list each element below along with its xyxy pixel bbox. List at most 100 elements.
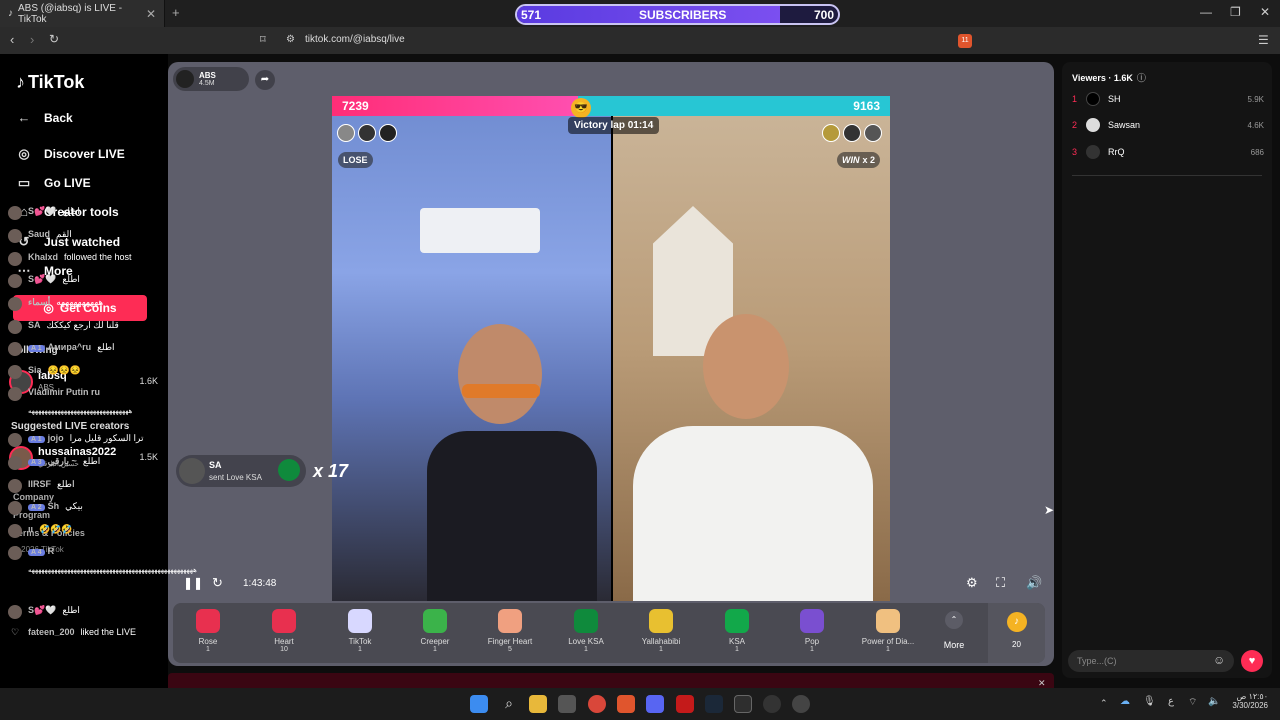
file-explorer-icon[interactable] [529, 695, 547, 713]
viewer-rank-2[interactable]: 2 Sawsan 4.6K [1072, 118, 1264, 132]
chat-message[interactable]: S💕🤍 اطلع [8, 206, 204, 220]
left-top-gifters[interactable] [337, 124, 397, 142]
nav-discover-live[interactable]: ◎ Discover LIVE [16, 146, 124, 162]
host-badge[interactable]: ABS 4.5M [173, 67, 249, 91]
viewers-chat-panel: Viewers · 1.6K ⓘ 1 SH 5.9K 2 Sawsan 4.6K 3 RrQ… [1062, 62, 1272, 678]
gifts-more-button[interactable]: ⌃ More [931, 611, 977, 650]
system-clock[interactable]: ١٢:٥٠ ص 3/30/2026 [1226, 692, 1268, 710]
wifi-icon[interactable]: ⌔ [1188, 696, 1197, 709]
bookmark-icon[interactable]: ⌑ [260, 33, 266, 46]
chat-input[interactable]: Type...(C) [1068, 650, 1234, 672]
browser-tab[interactable]: ♪ ABS (@iabsq) is LIVE - TikTok ✕ [0, 0, 165, 27]
app-icon-3[interactable] [792, 695, 810, 713]
chat-message[interactable]: SA قلنا لك ارجع كيككك [8, 320, 204, 334]
fullscreen-icon[interactable]: ⛶ [996, 575, 1005, 591]
search-icon[interactable]: ⌕ [500, 695, 518, 713]
chevron-up-icon[interactable]: ⌃ [1100, 698, 1108, 709]
viewer-rank-1[interactable]: 1 SH 5.9K [1072, 92, 1264, 106]
close-window-icon[interactable]: ✕ [1260, 5, 1270, 19]
forward-arrow-icon[interactable]: › [30, 32, 34, 47]
maximize-icon[interactable]: ❐ [1230, 5, 1241, 19]
orange-glasses [462, 384, 540, 398]
refresh-icon[interactable]: ↻ [212, 575, 223, 591]
site-info-icon[interactable]: ⚙ [286, 34, 295, 45]
host-likes: 4.5M [199, 80, 215, 87]
address-bar: ‹ › ↻ ⌑ ⚙ 11 ☰ [0, 27, 1280, 54]
viewers-heading[interactable]: Viewers · 1.6K ⓘ [1072, 71, 1146, 84]
gift-power-of-diamond[interactable]: Power of Dia... 1 [853, 607, 923, 653]
new-tab-icon[interactable]: + [172, 5, 180, 20]
start-icon[interactable] [470, 695, 488, 713]
volume-icon[interactable]: 🔊 [1026, 575, 1042, 591]
share-icon[interactable]: ➦ [255, 70, 275, 90]
avatar [8, 206, 22, 220]
viewer-score: 4.6K [1247, 120, 1264, 130]
subscriber-goal-overlay: 571 SUBSCRIBERS 700 [515, 4, 840, 25]
battle-video[interactable]: 7239 9163 😎 Victory lap 01:14 LOSE WIN x … [332, 96, 890, 601]
chat-message[interactable]: A 1 Амира^ru اطلع [8, 342, 204, 356]
like-heart-button[interactable]: ♥ [1241, 650, 1263, 672]
gift-tiktok[interactable]: TikTok 1 [325, 607, 395, 653]
chrome-icon[interactable] [588, 695, 606, 713]
subs-label: SUBSCRIBERS [639, 8, 727, 22]
chat-message[interactable]: A 3 بارقي ~ اطلع [8, 456, 204, 470]
chat-message[interactable]: Saud القم [8, 229, 204, 243]
avatar [358, 124, 376, 142]
chat-message[interactable]: S💕🤍 اطلع [8, 274, 204, 288]
url-text[interactable]: tiktok.com/@iabsq/live [305, 34, 405, 45]
nav-back[interactable]: ← Back [16, 110, 73, 125]
chat-text: اطلع [62, 605, 80, 615]
app-icon[interactable] [676, 695, 694, 713]
menu-icon[interactable]: ☰ [1258, 33, 1269, 47]
gift-yallahabibi[interactable]: Yallahabibi 1 [626, 607, 696, 653]
viewer-rank-3[interactable]: 3 RrQ 686 [1072, 145, 1264, 159]
close-tab-icon[interactable]: ✕ [146, 7, 156, 21]
finger-heart-icon [498, 609, 522, 633]
app-icon-2[interactable] [763, 695, 781, 713]
pause-icon[interactable]: ❚❚ [183, 576, 203, 590]
gift-love-ksa[interactable]: Love KSA 1 [551, 607, 621, 653]
avatar [8, 297, 22, 311]
gift-name: Rose [198, 637, 218, 646]
gift-pop[interactable]: Pop 1 [777, 607, 847, 653]
viewer-score: 686 [1250, 147, 1264, 157]
chat-message[interactable]: Khalxd followed the host [8, 252, 204, 266]
chat-message[interactable]: IIRSF اطلع [8, 479, 204, 493]
chat-message[interactable]: S💕🤍 اطلع [8, 605, 204, 619]
brave-icon[interactable] [617, 695, 635, 713]
gift-finger-heart[interactable]: Finger Heart 5 [475, 607, 545, 653]
chat-message[interactable]: A 2 Sh بيكي [8, 501, 204, 515]
chat-message[interactable]: A 1 jojo ترا السكور قليل مرا [8, 433, 204, 447]
microphone-icon[interactable]: 🎙 [1143, 696, 1156, 707]
speaker-icon[interactable]: 🔈 [1208, 696, 1220, 707]
gift-price: 1 [735, 646, 739, 653]
gift-creeper[interactable]: Creeper 1 [400, 607, 470, 653]
language-icon[interactable]: ع [1168, 696, 1174, 707]
tiktok-logo[interactable]: ♪ TikTok [16, 72, 84, 93]
nav-go-live[interactable]: ▭ Go LIVE [16, 175, 91, 191]
right-top-gifters[interactable] [822, 124, 882, 142]
back-arrow-icon[interactable]: ‹ [10, 32, 14, 47]
chat-message[interactable]: A 4 R هههههههههههههههههههههههههههههههههههه… [8, 546, 204, 574]
gift-heart[interactable]: Heart 10 [249, 607, 319, 653]
chat-message[interactable]: أسماء ههههههههههه [8, 297, 204, 311]
settings-icon[interactable]: ⚙ [966, 575, 978, 591]
brave-shields-icon[interactable]: 11 [958, 34, 972, 48]
chat-message[interactable]: Vladimir Putin ru ههههههههههههههههههههههه… [8, 387, 204, 415]
gift-ksa[interactable]: KSA 1 [702, 607, 772, 653]
onedrive-icon[interactable]: ☁ [1120, 696, 1130, 707]
store-icon[interactable] [558, 695, 576, 713]
coin-balance-button[interactable]: ♪ 20 [988, 603, 1045, 663]
reload-icon[interactable]: ↻ [49, 32, 59, 46]
minimize-icon[interactable]: — [1200, 5, 1212, 19]
nav-label: Back [44, 110, 73, 125]
chat-message[interactable]: Sia 😣😣😣 [8, 365, 204, 379]
gift-price: 1 [584, 646, 588, 653]
terminal-icon[interactable] [734, 695, 752, 713]
steam-icon[interactable] [705, 695, 723, 713]
chat-user: IIRSF [28, 479, 52, 489]
chat-message[interactable]: ıı 🤣🤣🤣 [8, 524, 204, 538]
chat-user: S💕🤍 [28, 605, 57, 615]
emoji-icon[interactable]: ☺ [1213, 653, 1225, 667]
discord-icon[interactable] [646, 695, 664, 713]
